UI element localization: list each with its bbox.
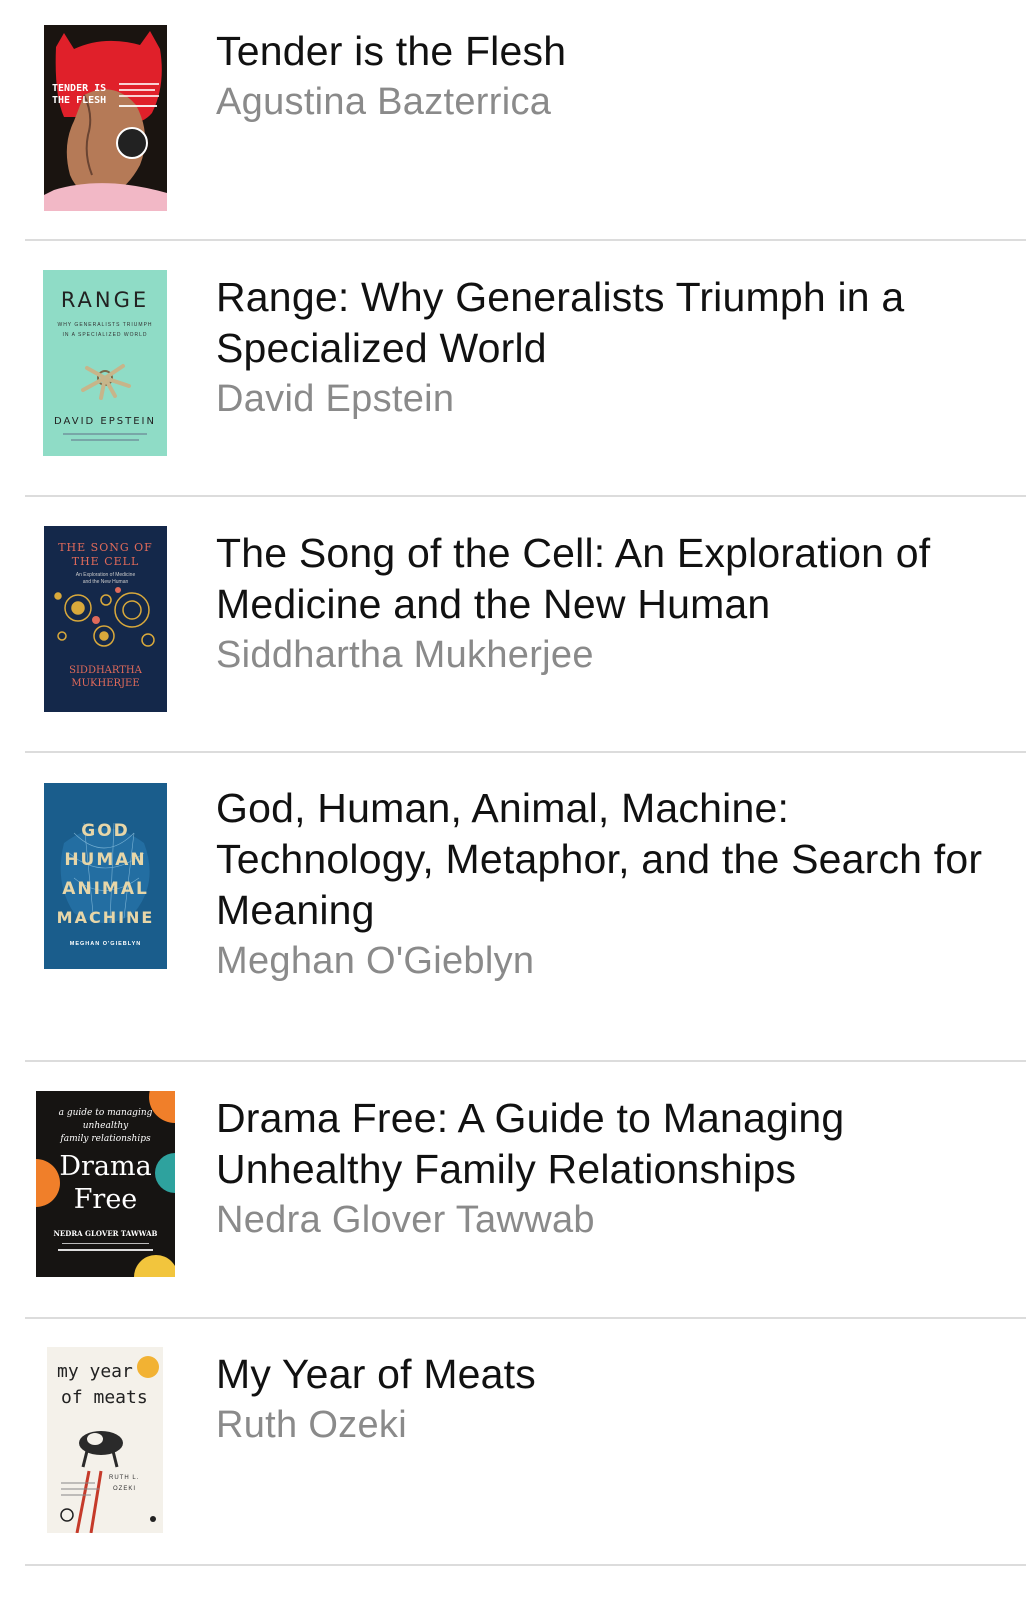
cover-title: Free <box>73 1184 138 1215</box>
cover-title: TENDER IS <box>52 83 107 94</box>
book-cover: my year of meats RUTH L. OZEKI <box>47 1347 163 1533</box>
book-title: Drama Free: A Guide to Managing Unhealth… <box>216 1095 845 1192</box>
cover-tagline: unhealthy <box>82 1121 129 1131</box>
list-item[interactable]: THE SONG OF THE CELL An Exploration of M… <box>0 497 1026 753</box>
cover-author: DAVID EPSTEIN <box>54 416 156 427</box>
book-list: TENDER IS THE FLESH Tender is the Flesh … <box>0 0 1026 1615</box>
book-title: My Year of Meats <box>216 1351 536 1397</box>
cover-title: ANIMAL <box>62 879 149 899</box>
cover-author: MUKHERJEE <box>71 678 140 689</box>
book-title: The Song of the Cell: An Exploration of … <box>216 530 931 627</box>
book-cover: TENDER IS THE FLESH <box>44 25 167 211</box>
list-item[interactable]: RANGE WHY GENERALISTS TRIUMPH IN A SPECI… <box>0 241 1026 497</box>
book-author: Siddhartha Mukherjee <box>216 634 594 676</box>
cover-author: OZEKI <box>113 1486 137 1492</box>
cover-author: MEGHAN O'GIEBLYN <box>69 941 142 947</box>
book-title: Tender is the Flesh <box>216 28 567 74</box>
cover-title: Drama <box>59 1151 152 1182</box>
book-author: Nedra Glover Tawwab <box>216 1199 595 1241</box>
row-divider <box>25 1564 1026 1566</box>
book-text: The Song of the Cell: An Exploration of … <box>216 528 986 681</box>
list-item[interactable]: my year of meats RUTH L. OZEKI My Year o… <box>0 1319 1026 1566</box>
book-cover: GOD HUMAN ANIMAL MACHINE MEGHAN O'GIEBLY… <box>44 783 167 969</box>
book-title: God, Human, Animal, Machine: Technology,… <box>216 785 983 933</box>
cover-title: MACHINE <box>56 908 155 927</box>
book-text: My Year of Meats Ruth Ozeki <box>216 1349 986 1451</box>
cover-tagline: family relationships <box>60 1134 151 1144</box>
book-text: Drama Free: A Guide to Managing Unhealth… <box>216 1093 986 1246</box>
list-item[interactable]: TENDER IS THE FLESH Tender is the Flesh … <box>0 0 1026 241</box>
cover-title: HUMAN <box>64 850 147 870</box>
book-author: Meghan O'Gieblyn <box>216 940 535 982</box>
book-cover: a guide to managing unhealthy family rel… <box>36 1091 175 1277</box>
book-cover: THE SONG OF THE CELL An Exploration of M… <box>44 526 167 712</box>
cover-title: GOD <box>81 821 130 841</box>
cover-author: NEDRA GLOVER TAWWAB <box>53 1229 158 1238</box>
book-text: Tender is the Flesh Agustina Bazterrica <box>216 26 986 128</box>
book-text: God, Human, Animal, Machine: Technology,… <box>216 783 986 987</box>
list-item[interactable]: GOD HUMAN ANIMAL MACHINE MEGHAN O'GIEBLY… <box>0 753 1026 1062</box>
book-cover: RANGE WHY GENERALISTS TRIUMPH IN A SPECI… <box>43 270 167 456</box>
cover-author: SIDDHARTHA <box>69 665 142 676</box>
book-text: Range: Why Generalists Triumph in a Spec… <box>216 272 986 425</box>
book-author: David Epstein <box>216 378 455 420</box>
book-title: Range: Why Generalists Triumph in a Spec… <box>216 274 905 371</box>
cover-author: RUTH L. <box>109 1475 140 1481</box>
cover-tagline: a guide to managing <box>58 1108 153 1118</box>
cover-title: THE FLESH <box>52 95 107 106</box>
list-item[interactable]: a guide to managing unhealthy family rel… <box>0 1062 1026 1319</box>
book-author: Ruth Ozeki <box>216 1404 407 1446</box>
book-author: Agustina Bazterrica <box>216 81 552 123</box>
